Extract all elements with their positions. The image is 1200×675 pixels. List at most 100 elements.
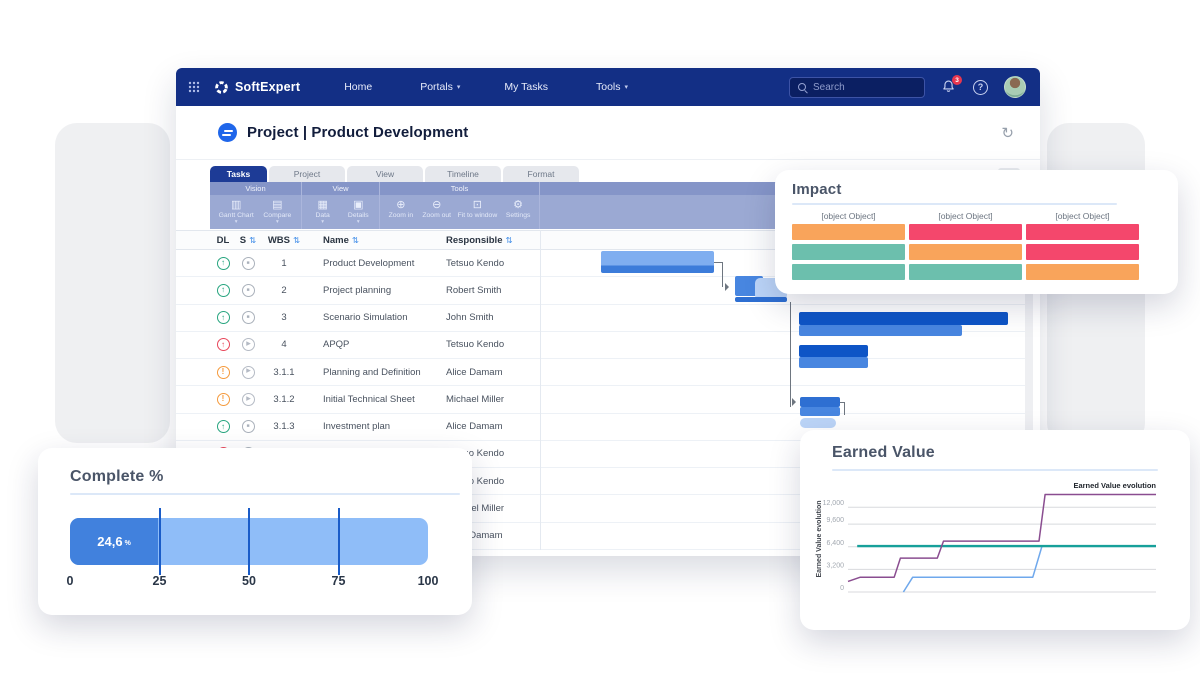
task-state-icon bbox=[242, 420, 255, 433]
impact-cell[interactable] bbox=[792, 224, 905, 240]
table-row[interactable]: 3.1.2 Initial Technical Sheet Michael Mi… bbox=[176, 386, 1025, 413]
search-input[interactable] bbox=[813, 82, 913, 93]
wbs-cell: 3.1.1 bbox=[260, 367, 308, 378]
project-icon bbox=[218, 123, 237, 142]
gantt-bar[interactable] bbox=[799, 357, 868, 368]
help-button[interactable]: ? bbox=[973, 80, 988, 95]
ribbon-button[interactable]: ▤ Compare ▾ bbox=[262, 200, 292, 225]
task-state-icon bbox=[242, 311, 255, 324]
earned-value-card-title: Earned Value bbox=[832, 444, 1190, 462]
chart-ylabel: Earned Value evolution bbox=[816, 500, 823, 577]
complete-axis: 0 25 50 75 100 bbox=[70, 574, 428, 590]
progress-unit: % bbox=[125, 540, 131, 547]
impact-grid-row bbox=[792, 244, 1161, 260]
deadline-status-icon bbox=[217, 366, 230, 379]
page-title: Project | Product Development bbox=[247, 124, 468, 141]
axis-label: 25 bbox=[153, 574, 167, 588]
name-cell: Scenario Simulation bbox=[308, 312, 444, 323]
impact-cell[interactable] bbox=[909, 244, 1022, 260]
gantt-bar[interactable] bbox=[601, 251, 714, 273]
gantt-bar[interactable] bbox=[800, 407, 840, 416]
gantt-bar[interactable] bbox=[735, 297, 787, 302]
progress-tick bbox=[159, 508, 161, 575]
column-header-wbs[interactable]: WBS⇅ bbox=[260, 235, 308, 246]
responsible-cell: Tetsuo Kendo bbox=[444, 339, 1025, 350]
ribbon-button-label: Compare bbox=[263, 212, 291, 219]
impact-cell[interactable] bbox=[1026, 224, 1139, 240]
responsible-cell: Michael Miller bbox=[444, 394, 1025, 405]
svg-text:0: 0 bbox=[840, 585, 844, 592]
ribbon-button[interactable]: ⊕ Zoom in bbox=[386, 200, 416, 225]
task-state-icon bbox=[242, 338, 255, 351]
svg-text:3,200: 3,200 bbox=[826, 562, 844, 569]
background-panel-left bbox=[55, 123, 170, 443]
ribbon-button[interactable]: ⊖ Zoom out bbox=[422, 200, 452, 225]
search-box[interactable] bbox=[789, 77, 925, 98]
task-state-icon bbox=[242, 257, 255, 270]
ribbon-button-icon: ▤ bbox=[272, 200, 282, 211]
ribbon-button-label: Settings bbox=[506, 212, 531, 219]
deadline-status-icon bbox=[217, 284, 230, 297]
impact-cell[interactable] bbox=[1026, 244, 1139, 260]
chevron-down-icon: ▾ bbox=[235, 219, 238, 225]
deadline-status-icon bbox=[217, 338, 230, 351]
nav-item-label: Portals bbox=[420, 81, 453, 93]
impact-cell[interactable] bbox=[792, 264, 905, 280]
softexpert-logo-icon bbox=[214, 80, 229, 95]
ribbon-button-icon: ⚙ bbox=[513, 200, 523, 211]
ribbon-button[interactable]: ▦ Data ▾ bbox=[308, 200, 338, 225]
ribbon-group: Tools ⊕ Zoom in ⊖ Zoom out bbox=[380, 182, 540, 229]
earned-value-card: Earned Value 03,2006,4009,60012,000Earne… bbox=[800, 430, 1190, 630]
ribbon-button-label: Zoom out bbox=[422, 212, 451, 219]
page-header: Project | Product Development ↻ bbox=[176, 106, 1040, 160]
column-header-name[interactable]: Name⇅ bbox=[308, 235, 444, 246]
nav-item-label: Home bbox=[344, 81, 372, 93]
ribbon-button[interactable]: ▣ Details ▾ bbox=[343, 200, 373, 225]
chart-legend: Earned Value evolution bbox=[1073, 481, 1156, 490]
ribbon-tab-label: View bbox=[376, 169, 394, 179]
ribbon-button[interactable]: ▥ Gantt Chart ▾ bbox=[219, 200, 254, 225]
ribbon-tab[interactable]: Tasks bbox=[210, 166, 267, 182]
ribbon-button[interactable]: ⚙ Settings bbox=[503, 200, 533, 225]
column-header-dl[interactable]: DL bbox=[210, 235, 236, 246]
ribbon-tab[interactable]: View bbox=[347, 166, 423, 182]
impact-cell[interactable] bbox=[792, 244, 905, 260]
gantt-bar[interactable] bbox=[799, 312, 1008, 325]
notifications-button[interactable]: 3 bbox=[941, 79, 957, 95]
gantt-bar[interactable] bbox=[799, 325, 962, 336]
impact-column-label: [object Object] bbox=[792, 211, 905, 221]
ribbon-tab[interactable]: Format bbox=[503, 166, 579, 182]
wbs-cell: 4 bbox=[260, 339, 308, 350]
column-header-s[interactable]: S⇅ bbox=[236, 235, 260, 246]
earned-value-chart: 03,2006,4009,60012,000Earned Value evolu… bbox=[814, 478, 1162, 606]
name-cell: Planning and Definition bbox=[308, 367, 444, 378]
ribbon-button-icon: ▥ bbox=[231, 200, 241, 211]
impact-cell[interactable] bbox=[1026, 264, 1139, 280]
nav-item[interactable]: My Tasks bbox=[504, 81, 552, 93]
refresh-icon[interactable]: ↻ bbox=[1001, 124, 1014, 142]
brand-logo[interactable]: SoftExpert bbox=[214, 80, 300, 95]
impact-card: Impact [object Object] [object Object] [… bbox=[775, 170, 1178, 294]
user-avatar[interactable] bbox=[1004, 76, 1026, 98]
progress-value: 24,6 bbox=[97, 534, 122, 549]
nav-item[interactable]: Home bbox=[344, 81, 376, 93]
wbs-cell: 3.1.3 bbox=[260, 421, 308, 432]
name-cell: Project planning bbox=[308, 285, 444, 296]
gantt-bar[interactable] bbox=[800, 418, 836, 428]
gantt-bar[interactable] bbox=[799, 345, 868, 357]
app-launcher-icon[interactable] bbox=[188, 81, 200, 93]
task-state-icon bbox=[242, 393, 255, 406]
task-state-icon bbox=[242, 284, 255, 297]
ribbon-button[interactable]: ⊡ Fit to window bbox=[458, 200, 498, 225]
ribbon-tab[interactable]: Project bbox=[269, 166, 345, 182]
impact-cell[interactable] bbox=[909, 264, 1022, 280]
nav-item[interactable]: Tools ▾ bbox=[596, 81, 628, 93]
table-row[interactable]: 3.1.1 Planning and Definition Alice Dama… bbox=[176, 359, 1025, 386]
impact-cell[interactable] bbox=[909, 224, 1022, 240]
nav-item[interactable]: Portals ▾ bbox=[420, 81, 460, 93]
ribbon-button-icon: ▣ bbox=[353, 200, 363, 211]
gantt-bar[interactable] bbox=[800, 397, 840, 407]
impact-grid bbox=[792, 224, 1161, 280]
ribbon-tab[interactable]: Timeline bbox=[425, 166, 501, 182]
wbs-cell: 2 bbox=[260, 285, 308, 296]
